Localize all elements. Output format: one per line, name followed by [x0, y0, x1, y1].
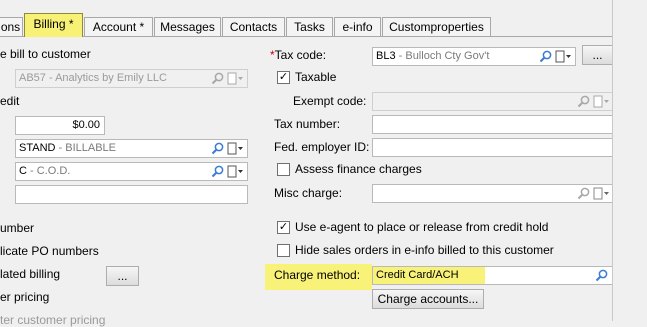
search-icon[interactable]	[539, 50, 553, 63]
charge-method-label: Charge method:	[274, 268, 361, 282]
tab-tasks[interactable]: Tasks	[286, 17, 333, 36]
document-dropdown-icon	[227, 72, 243, 85]
tab-billing[interactable]: Billing *	[24, 13, 83, 37]
tax-number-label: Tax number:	[274, 117, 341, 131]
document-dropdown-icon	[593, 95, 609, 108]
charge-method-value: Credit Card/ACH	[376, 269, 459, 281]
exempt-code-label: Exempt code:	[293, 94, 367, 108]
tab-label: Messages	[160, 20, 215, 34]
tab-label: ons	[0, 20, 21, 34]
taxable-label: Taxable	[295, 70, 337, 84]
bill-to-desc: - Analytics by Emily LLC	[45, 72, 167, 84]
exempt-code-field	[372, 92, 614, 111]
tab-strip-border	[0, 36, 612, 37]
document-dropdown-icon[interactable]	[593, 187, 609, 200]
consolidated-billing-button[interactable]: ...	[106, 266, 139, 286]
bill-to-code: AB57	[19, 72, 46, 84]
tab-options[interactable]: ons	[0, 17, 23, 36]
charge-accounts-button[interactable]: Charge accounts...	[372, 289, 484, 309]
blank-field[interactable]	[15, 185, 248, 204]
terms-desc: - C.O.D.	[26, 165, 71, 177]
po-number-label: umber	[0, 221, 35, 235]
tab-label: Tasks	[294, 20, 325, 34]
search-icon	[211, 72, 224, 85]
tax-code-field[interactable]: BL3 - Bulloch Cty Gov't	[372, 47, 576, 66]
tab-contacts[interactable]: Contacts	[222, 17, 285, 36]
bill-to-customer-label: e bill to customer	[0, 47, 91, 61]
document-dropdown-icon[interactable]	[227, 142, 243, 155]
document-dropdown-icon[interactable]	[227, 165, 243, 178]
search-icon[interactable]	[577, 187, 591, 200]
fed-employer-id-field[interactable]	[372, 138, 614, 157]
use-e-agent-label: Use e-agent to place or release from cre…	[295, 220, 549, 234]
hide-sales-orders-checkbox[interactable]	[277, 244, 290, 257]
search-icon[interactable]	[211, 165, 225, 178]
terms-field[interactable]: C - C.O.D.	[15, 162, 248, 181]
tax-code-code: BL3	[376, 50, 396, 62]
terms-code: C	[19, 165, 27, 177]
misc-charge-field[interactable]	[372, 184, 614, 203]
tax-code-browse-button[interactable]: ...	[582, 45, 613, 65]
tab-label: e-info	[342, 20, 373, 34]
tab-custom-properties[interactable]: Customproperties	[382, 17, 491, 36]
tab-messages[interactable]: Messages	[154, 17, 221, 36]
taxable-checkbox[interactable]: ✓	[277, 71, 290, 84]
tab-label: Account *	[92, 20, 145, 34]
search-icon[interactable]	[211, 142, 225, 155]
window-right-edge	[612, 0, 647, 321]
tab-label: Contacts	[229, 20, 278, 34]
document-dropdown-icon[interactable]	[555, 50, 571, 63]
assess-finance-checkbox[interactable]	[277, 163, 290, 176]
tab-label: Customproperties	[389, 20, 484, 34]
search-icon[interactable]	[595, 269, 609, 282]
price-class-field[interactable]: STAND - BILLABLE	[15, 139, 248, 158]
tax-code-label-text: Tax code:	[274, 48, 327, 62]
consolidated-billing-label: lated billing	[0, 267, 61, 281]
credit-label: edit	[0, 94, 20, 108]
tab-account[interactable]: Account *	[84, 17, 153, 36]
bill-to-customer-field: AB57 - Analytics by Emily LLC	[15, 69, 248, 88]
tax-code-desc: - Bulloch Cty Gov't	[395, 50, 490, 62]
use-e-agent-checkbox[interactable]: ✓	[277, 221, 290, 234]
tab-label: Billing *	[33, 17, 74, 31]
misc-charge-label: Misc charge:	[274, 186, 343, 200]
tab-e-info[interactable]: e-info	[334, 17, 381, 36]
assess-finance-label: Assess finance charges	[295, 162, 422, 176]
price-class-desc: - BILLABLE	[55, 142, 117, 154]
search-icon	[577, 95, 590, 108]
pricing-label: er pricing	[0, 290, 50, 304]
fed-employer-id-label: Fed. employer ID:	[274, 140, 370, 154]
price-class-code: STAND	[19, 142, 56, 154]
credit-amount-field[interactable]: $0.00	[15, 116, 105, 135]
duplicate-po-label: licate PO numbers	[0, 244, 99, 258]
tax-code-label: *Tax code:	[270, 48, 326, 62]
customer-pricing-label: ter customer pricing	[0, 313, 106, 327]
charge-method-field[interactable]: Credit Card/ACH	[372, 266, 614, 285]
tax-number-field[interactable]	[372, 115, 614, 134]
hide-sales-orders-label: Hide sales orders in e-info billed to th…	[295, 243, 554, 257]
